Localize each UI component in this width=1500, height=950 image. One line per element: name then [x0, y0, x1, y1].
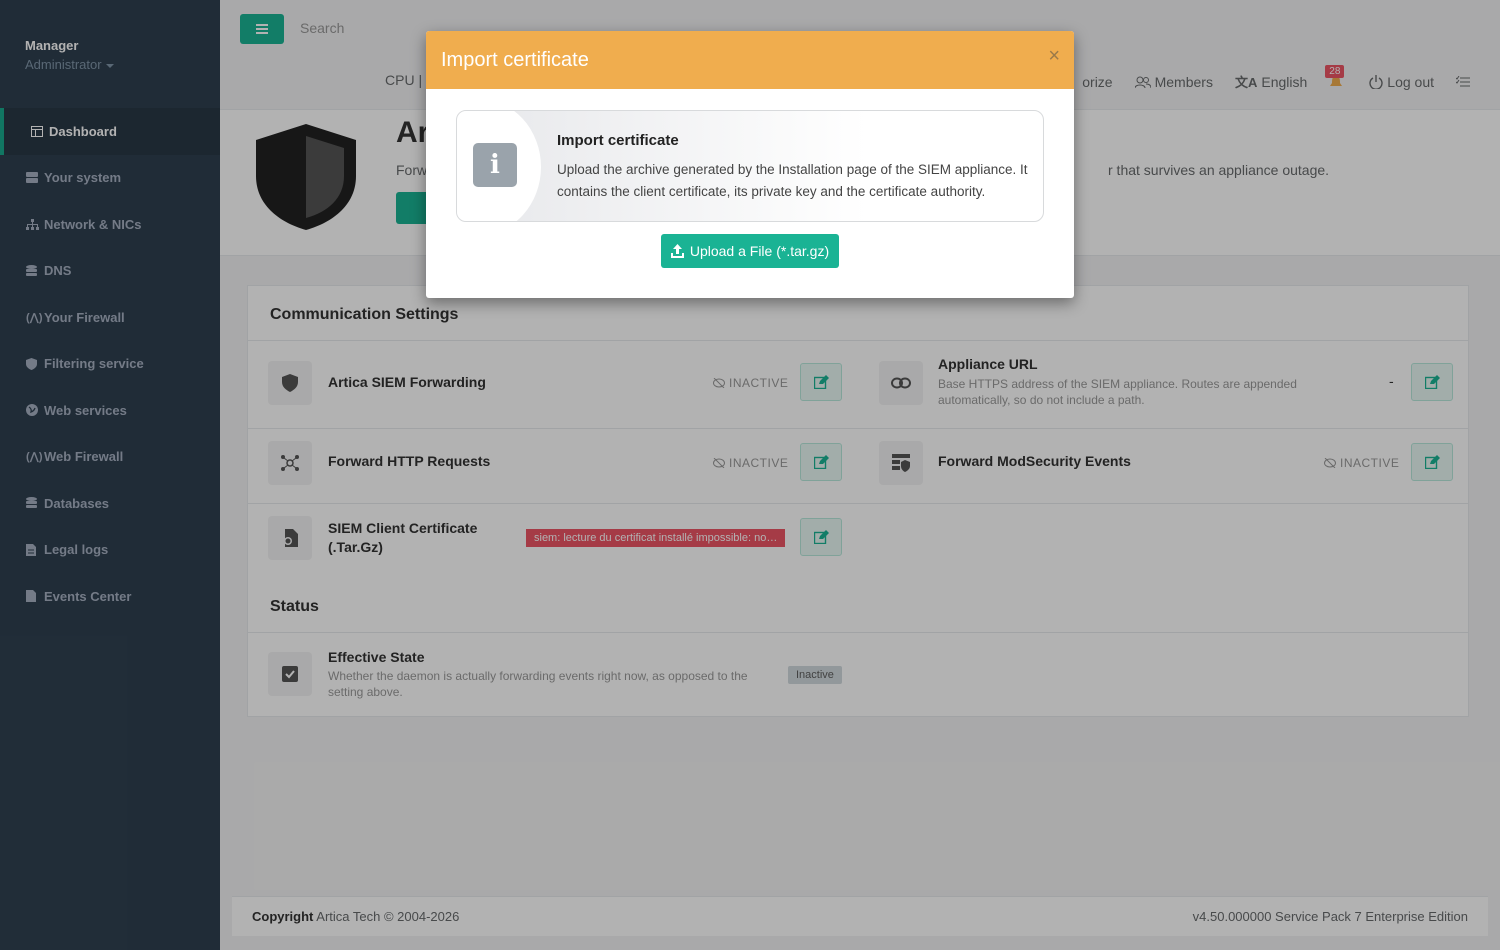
info-callout: i Import certificate Upload the archive …	[456, 110, 1044, 222]
import-certificate-modal: Import certificate × i Import certificat…	[426, 31, 1074, 298]
upload-icon	[670, 244, 684, 258]
close-icon[interactable]: ×	[1048, 45, 1060, 68]
info-title: Import certificate	[557, 132, 679, 149]
modal-header: Import certificate ×	[426, 31, 1074, 89]
modal-title: Import certificate	[441, 48, 589, 71]
info-icon: i	[473, 143, 517, 187]
info-text: Upload the archive generated by the Inst…	[557, 162, 1028, 199]
upload-label: Upload a File (*.tar.gz)	[689, 243, 830, 259]
upload-file-button[interactable]: Upload a File (*.tar.gz)	[661, 234, 839, 268]
